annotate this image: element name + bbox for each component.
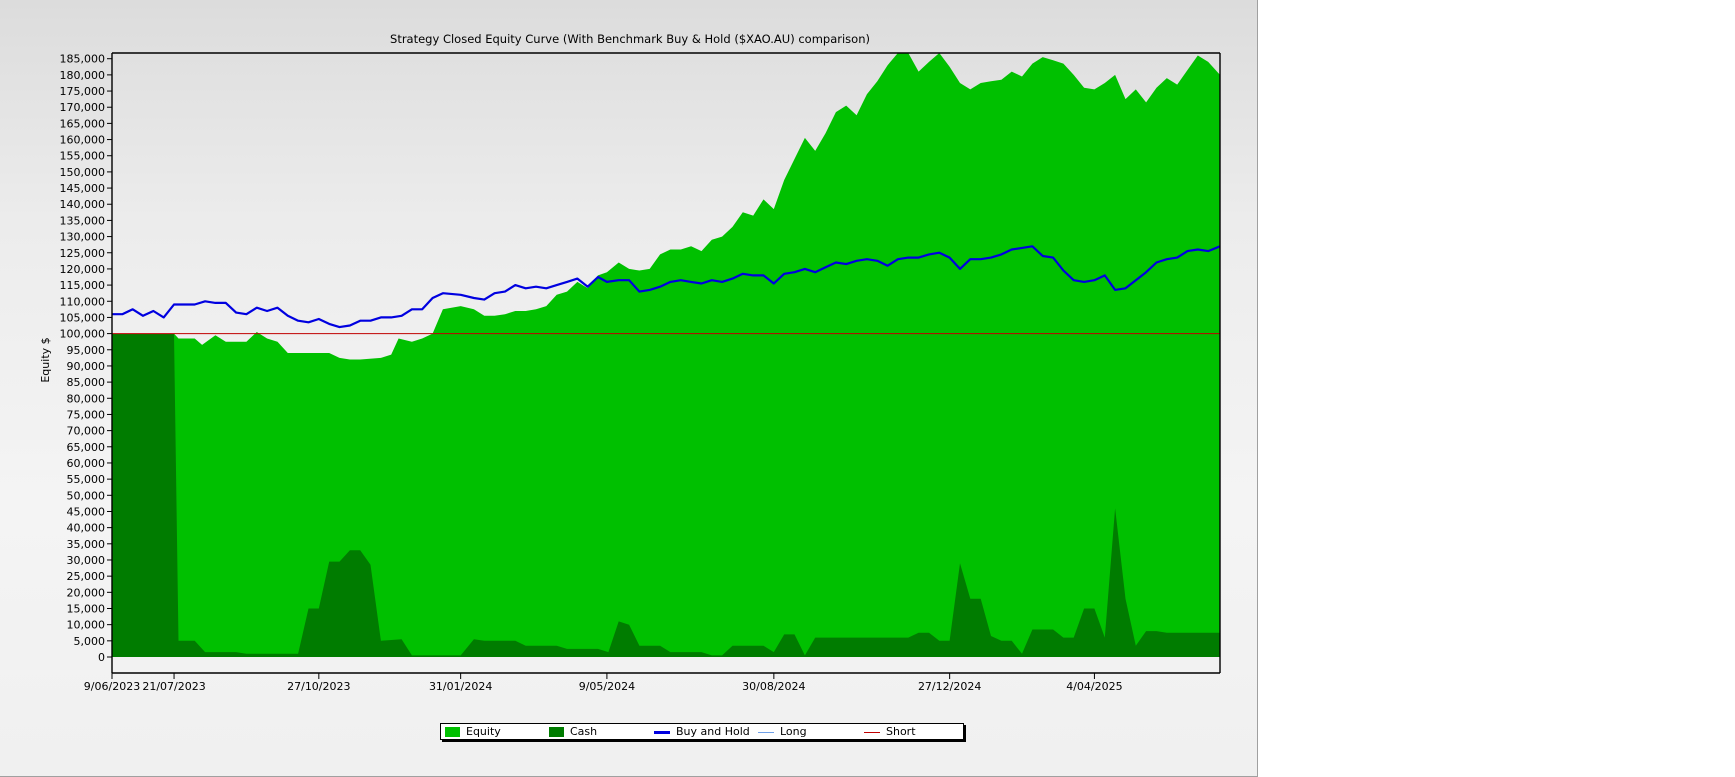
series-0-area: [112, 53, 1220, 657]
x-tick-label: 31/01/2024: [429, 680, 492, 693]
y-tick-label: 75,000: [67, 408, 106, 421]
y-axis: 0 5,000 10,000 15,000 20,000 25,000 30,000 35,0…: [60, 53, 112, 664]
y-tick-label: 115,000: [60, 279, 106, 292]
legend-label-long: Long: [780, 725, 807, 738]
y-tick-label: 10,000: [67, 619, 106, 632]
y-tick-label: 145,000: [60, 182, 106, 195]
y-tick-label: 175,000: [60, 85, 106, 98]
y-tick-label: 185,000: [60, 53, 106, 66]
y-tick-label: 155,000: [60, 150, 106, 163]
legend-label-equity: Equity: [466, 725, 501, 738]
x-tick-label: 30/08/2024: [742, 680, 805, 693]
y-tick-label: 105,000: [60, 311, 106, 324]
short-swatch-icon: [864, 731, 880, 733]
x-tick-label: 9/05/2024: [579, 680, 635, 693]
legend-item-buy-and-hold: Buy and Hold: [654, 724, 750, 739]
x-axis: 9/06/2023 21/07/2023 27/10/2023 31/01/2024 9…: [84, 673, 1123, 693]
legend-label-cash: Cash: [570, 725, 598, 738]
y-tick-label: 70,000: [67, 425, 106, 438]
y-tick-label: 140,000: [60, 198, 106, 211]
y-tick-label: 35,000: [67, 538, 106, 551]
buy-and-hold-swatch-icon: [654, 730, 670, 734]
y-tick-label: 25,000: [67, 570, 106, 583]
y-tick-label: 60,000: [67, 457, 106, 470]
y-tick-label: 65,000: [67, 441, 106, 454]
plot-area: [111, 52, 1221, 674]
y-tick-label: 125,000: [60, 247, 106, 260]
legend-label-buy-and-hold: Buy and Hold: [676, 725, 750, 738]
y-tick-label: 20,000: [67, 586, 106, 599]
legend-item-long: Long: [758, 724, 807, 739]
y-tick-label: 165,000: [60, 117, 106, 130]
y-tick-label: 135,000: [60, 214, 106, 227]
y-tick-label: 80,000: [67, 392, 106, 405]
x-tick-label: 4/04/2025: [1066, 680, 1122, 693]
y-tick-label: 55,000: [67, 473, 106, 486]
legend-item-cash: Cash: [549, 724, 597, 739]
y-tick-label: 130,000: [60, 231, 106, 244]
y-tick-label: 85,000: [67, 376, 106, 389]
y-tick-label: 5,000: [74, 635, 106, 648]
x-tick-label: 27/10/2023: [287, 680, 350, 693]
equity-chart: Strategy Closed Equity Curve (With Bench…: [39, 32, 1221, 693]
y-tick-label: 45,000: [67, 505, 106, 518]
long-swatch-icon: [758, 731, 774, 733]
chart-panel: Strategy Closed Equity Curve (With Bench…: [0, 0, 1258, 777]
y-tick-label: 15,000: [67, 602, 106, 615]
x-tick-label: 21/07/2023: [142, 680, 205, 693]
y-tick-label: 30,000: [67, 554, 106, 567]
legend-label-short: Short: [886, 725, 916, 738]
cash-swatch-icon: [549, 727, 564, 737]
y-tick-label: 160,000: [60, 134, 106, 147]
legend-item-equity: Equity: [445, 724, 501, 739]
y-tick-label: 0: [98, 651, 105, 664]
y-tick-label: 50,000: [67, 489, 106, 502]
x-tick-label: 27/12/2024: [918, 680, 981, 693]
chart-title: Strategy Closed Equity Curve (With Bench…: [390, 32, 870, 46]
y-tick-label: 40,000: [67, 522, 106, 535]
y-tick-label: 100,000: [60, 328, 106, 341]
legend: Equity Cash Buy and Hold Long Short: [440, 723, 964, 740]
y-tick-label: 110,000: [60, 295, 106, 308]
y-axis-label: Equity $: [39, 337, 52, 382]
y-tick-label: 95,000: [67, 344, 106, 357]
legend-item-short: Short: [864, 724, 916, 739]
y-tick-label: 170,000: [60, 101, 106, 114]
y-tick-label: 180,000: [60, 69, 106, 82]
equity-swatch-icon: [445, 727, 460, 737]
y-tick-label: 120,000: [60, 263, 106, 276]
y-tick-label: 150,000: [60, 166, 106, 179]
x-tick-label: 9/06/2023: [84, 680, 140, 693]
y-tick-label: 90,000: [67, 360, 106, 373]
